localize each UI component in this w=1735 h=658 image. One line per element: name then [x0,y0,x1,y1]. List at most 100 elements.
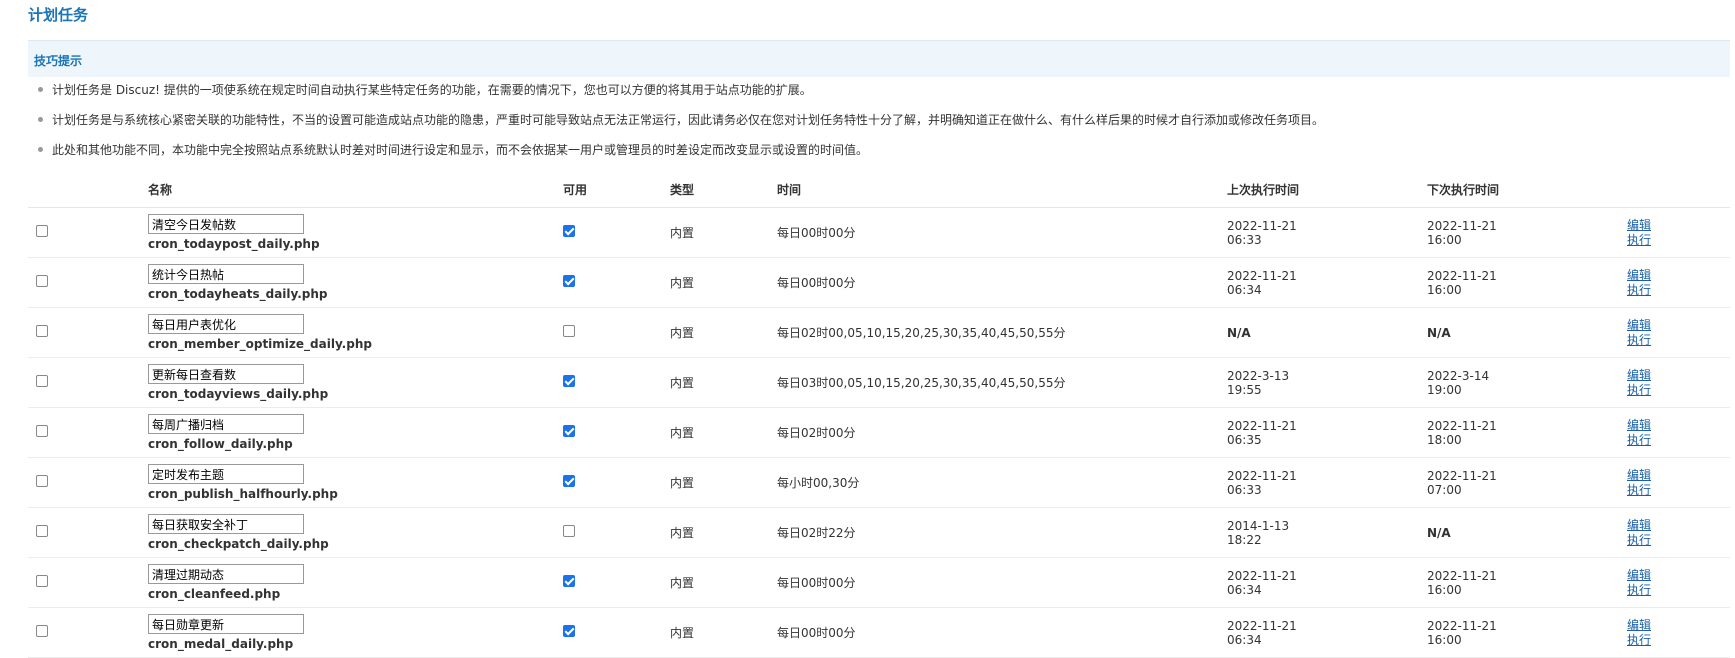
cron-name-input[interactable] [148,564,304,584]
row-select-checkbox[interactable] [36,475,48,487]
next-run-cell: N/A [1427,307,1627,358]
available-cell [563,357,670,408]
last-run-cell: 2022-11-21 06:35 [1227,407,1427,458]
edit-link[interactable]: 编辑 [1627,468,1730,483]
last-run-date: N/A [1227,325,1251,340]
time-cell: 每小时00,30分 [777,457,1227,508]
next-run-time: 16:00 [1427,632,1462,647]
page-title: 计划任务 [28,6,89,24]
select-cell [28,357,148,408]
tips-header: 技巧提示 [28,40,1730,77]
next-run-time: 18:00 [1427,432,1462,447]
run-link[interactable]: 执行 [1627,583,1730,598]
run-link[interactable]: 执行 [1627,283,1730,298]
edit-link[interactable]: 编辑 [1627,518,1730,533]
next-run-cell: 2022-11-21 18:00 [1427,407,1627,458]
header-name: 名称 [148,172,563,208]
row-select-checkbox[interactable] [36,325,48,337]
type-cell: 内置 [670,257,777,308]
last-run-cell: 2022-11-21 06:33 [1227,457,1427,508]
edit-link[interactable]: 编辑 [1627,318,1730,333]
cron-name-input[interactable] [148,464,304,484]
actions-cell: 编辑 执行 [1627,407,1730,458]
available-cell [563,407,670,458]
run-link[interactable]: 执行 [1627,483,1730,498]
run-link[interactable]: 执行 [1627,233,1730,248]
row-select-checkbox[interactable] [36,425,48,437]
cron-name-input[interactable] [148,614,304,634]
available-checkbox[interactable] [563,225,575,237]
row-select-checkbox[interactable] [36,375,48,387]
time-cell: 每日02时22分 [777,507,1227,558]
name-cell: cron_cleanfeed.php [148,557,563,608]
table-row: cron_todayheats_daily.php内置每日00时00分2022-… [28,257,1730,308]
table-header-row: 名称 可用 类型 时间 上次执行时间 下次执行时间 [28,172,1730,208]
tips-list: 计划任务是 Discuz! 提供的一项使系统在规定时间自动执行某些特定任务的功能… [38,82,1324,172]
available-checkbox[interactable] [563,425,575,437]
next-run-cell: 2022-11-21 16:00 [1427,607,1627,658]
name-cell: cron_todayheats_daily.php [148,257,563,308]
table-row: cron_todayviews_daily.php 内置每日03时00,05,10… [28,357,1730,408]
run-link[interactable]: 执行 [1627,533,1730,548]
header-available: 可用 [563,172,670,208]
run-link[interactable]: 执行 [1627,383,1730,398]
edit-link[interactable]: 编辑 [1627,218,1730,233]
last-run-time: 19:55 [1227,382,1262,397]
actions-cell: 编辑 执行 [1627,457,1730,508]
cron-name-input[interactable] [148,314,304,334]
table-row: cron_cleanfeed.php内置每日00时00分2022-11-2106… [28,557,1730,608]
edit-link[interactable]: 编辑 [1627,368,1730,383]
edit-link[interactable]: 编辑 [1627,618,1730,633]
next-run-date: 2022-11-21 [1427,418,1497,433]
next-run-cell: 2022-11-21 16:00 [1427,257,1627,308]
row-select-checkbox[interactable] [36,625,48,637]
available-checkbox[interactable] [563,625,575,637]
edit-link[interactable]: 编辑 [1627,418,1730,433]
last-run-cell: 2022-3-13 19:55 [1227,357,1427,408]
last-run-date: 2014-1-13 [1227,518,1290,533]
available-checkbox[interactable] [563,575,575,587]
cron-filename: cron_todayheats_daily.php [148,287,328,301]
type-cell: 内置 [670,207,777,258]
cron-name-input[interactable] [148,364,304,384]
last-run-cell: 2022-11-21 06:33 [1227,207,1427,258]
actions-cell: 编辑 执行 [1627,307,1730,358]
tip-item: 计划任务是 Discuz! 提供的一项使系统在规定时间自动执行某些特定任务的功能… [38,82,1324,112]
edit-link[interactable]: 编辑 [1627,268,1730,283]
actions-cell: 编辑 执行 [1627,557,1730,608]
next-run-time: 07:00 [1427,482,1462,497]
available-checkbox[interactable] [563,275,575,287]
name-cell: cron_todaypost_daily.php [148,207,563,258]
next-run-date: 2022-11-21 [1427,568,1497,583]
time-cell: 每日00时00分 [777,207,1227,258]
cron-name-input[interactable] [148,214,304,234]
last-run-time: 06:34 [1227,582,1262,597]
run-link[interactable]: 执行 [1627,333,1730,348]
select-cell [28,507,148,558]
available-checkbox[interactable] [563,525,575,537]
row-select-checkbox[interactable] [36,275,48,287]
row-select-checkbox[interactable] [36,525,48,537]
run-link[interactable]: 执行 [1627,433,1730,448]
cron-name-input[interactable] [148,514,304,534]
cron-name-input[interactable] [148,264,304,284]
available-checkbox[interactable] [563,325,575,337]
last-run-time: 18:22 [1227,532,1262,547]
select-cell [28,557,148,608]
run-link[interactable]: 执行 [1627,633,1730,648]
available-checkbox[interactable] [563,475,575,487]
available-checkbox[interactable] [563,375,575,387]
type-cell: 内置 [670,607,777,658]
cron-name-input[interactable] [148,414,304,434]
actions-cell: 编辑 执行 [1627,607,1730,658]
row-select-checkbox[interactable] [36,225,48,237]
row-select-checkbox[interactable] [36,575,48,587]
actions-cell: 编辑 执行 [1627,207,1730,258]
table-row: cron_checkpatch_daily.php 内置每日02时22分2014-… [28,507,1730,558]
select-cell [28,457,148,508]
type-cell: 内置 [670,507,777,558]
type-cell: 内置 [670,557,777,608]
edit-link[interactable]: 编辑 [1627,568,1730,583]
name-cell: cron_todayviews_daily.php [148,357,563,408]
next-run-cell: N/A [1427,507,1627,558]
